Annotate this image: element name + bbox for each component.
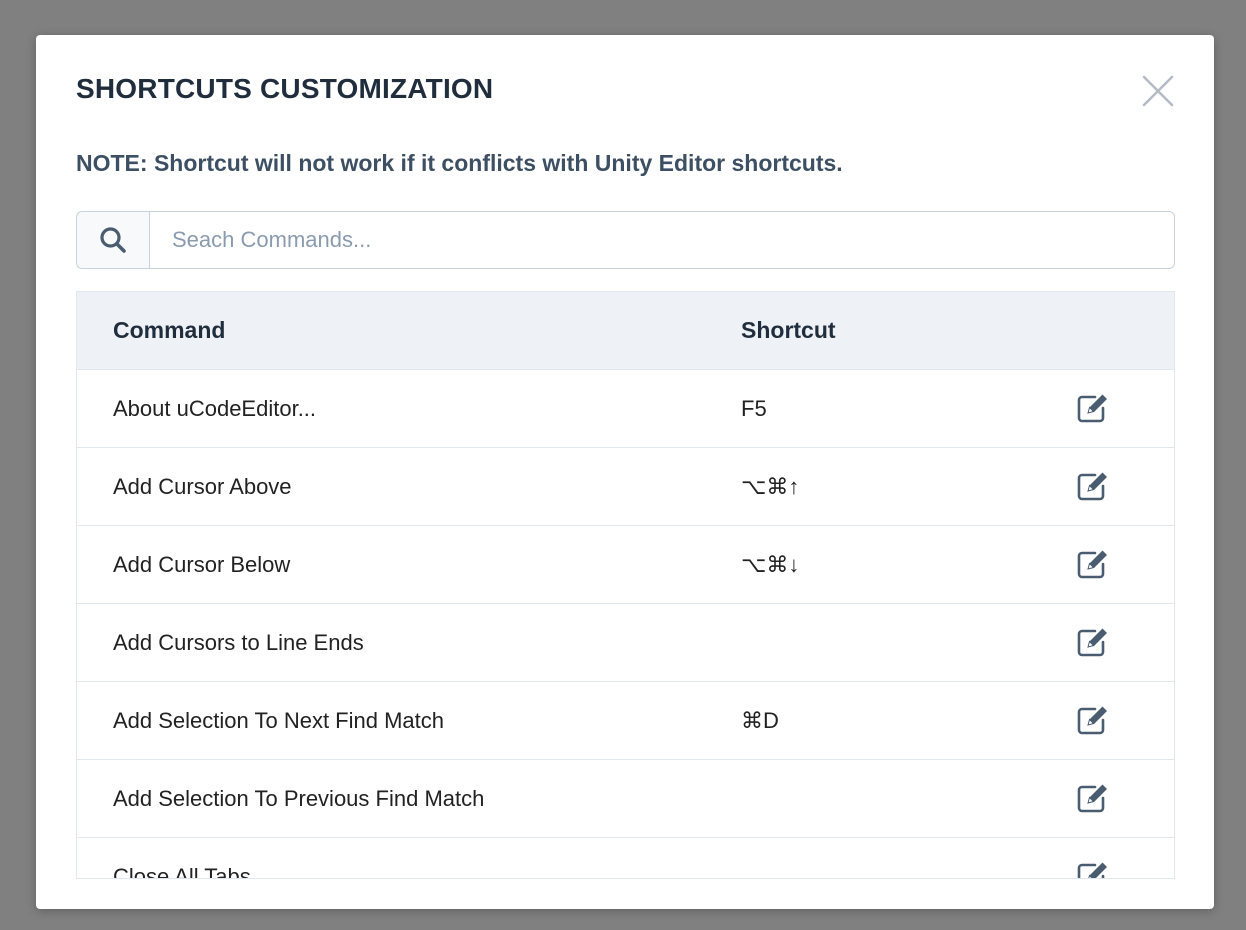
- search-box: [76, 211, 1175, 269]
- table-header: Command Shortcut: [77, 292, 1174, 370]
- search-input[interactable]: [150, 212, 1174, 268]
- search-addon[interactable]: [77, 212, 150, 268]
- conflict-note: NOTE: Shortcut will not work if it confl…: [76, 150, 843, 176]
- close-icon: [1142, 75, 1174, 107]
- edit-icon: [1077, 862, 1107, 878]
- command-cell: Add Cursors to Line Ends: [113, 629, 364, 655]
- table-row: Add Cursors to Line Ends: [77, 604, 1174, 682]
- edit-icon: [1077, 706, 1107, 735]
- shortcut-cell: ⌘D: [741, 707, 779, 733]
- edit-shortcut-button[interactable]: [1073, 778, 1113, 818]
- edit-shortcut-button[interactable]: [1073, 544, 1113, 584]
- command-cell: Close All Tabs: [113, 863, 251, 879]
- shortcuts-table: Command Shortcut About uCodeEditor... F5…: [76, 291, 1175, 879]
- edit-shortcut-button[interactable]: [1073, 856, 1113, 878]
- command-cell: Add Cursor Above: [113, 473, 292, 499]
- table-row: Add Selection To Next Find Match ⌘D: [77, 682, 1174, 760]
- shortcut-cell: ⌥⌘↓: [741, 551, 800, 577]
- command-cell: Add Selection To Previous Find Match: [113, 785, 485, 811]
- edit-icon: [1077, 472, 1107, 501]
- shortcut-cell: ⌥⌘↑: [741, 473, 800, 499]
- table-row: Close All Tabs: [77, 838, 1174, 879]
- edit-shortcut-button[interactable]: [1073, 622, 1113, 662]
- command-cell: Add Selection To Next Find Match: [113, 707, 444, 733]
- command-cell: Add Cursor Below: [113, 551, 291, 577]
- command-cell: About uCodeEditor...: [113, 395, 317, 421]
- table-row: Add Cursor Above ⌥⌘↑: [77, 448, 1174, 526]
- header-command: Command: [113, 317, 226, 343]
- edit-shortcut-button[interactable]: [1073, 700, 1113, 740]
- table-row: About uCodeEditor... F5: [77, 370, 1174, 448]
- table-row: Add Selection To Previous Find Match: [77, 760, 1174, 838]
- edit-icon: [1077, 628, 1107, 657]
- shortcuts-dialog: SHORTCUTS CUSTOMIZATION NOTE: Shortcut w…: [36, 35, 1214, 909]
- edit-icon: [1077, 550, 1107, 579]
- search-icon: [100, 227, 126, 253]
- edit-shortcut-button[interactable]: [1073, 388, 1113, 428]
- dialog-title: SHORTCUTS CUSTOMIZATION: [76, 73, 494, 104]
- header-shortcut: Shortcut: [741, 317, 836, 343]
- shortcut-cell: F5: [741, 395, 767, 421]
- edit-icon: [1077, 394, 1107, 423]
- edit-icon: [1077, 784, 1107, 813]
- edit-shortcut-button[interactable]: [1073, 466, 1113, 506]
- table-body: About uCodeEditor... F5 Add Cursor Above…: [77, 370, 1174, 879]
- close-button[interactable]: [1140, 73, 1176, 109]
- table-row: Add Cursor Below ⌥⌘↓: [77, 526, 1174, 604]
